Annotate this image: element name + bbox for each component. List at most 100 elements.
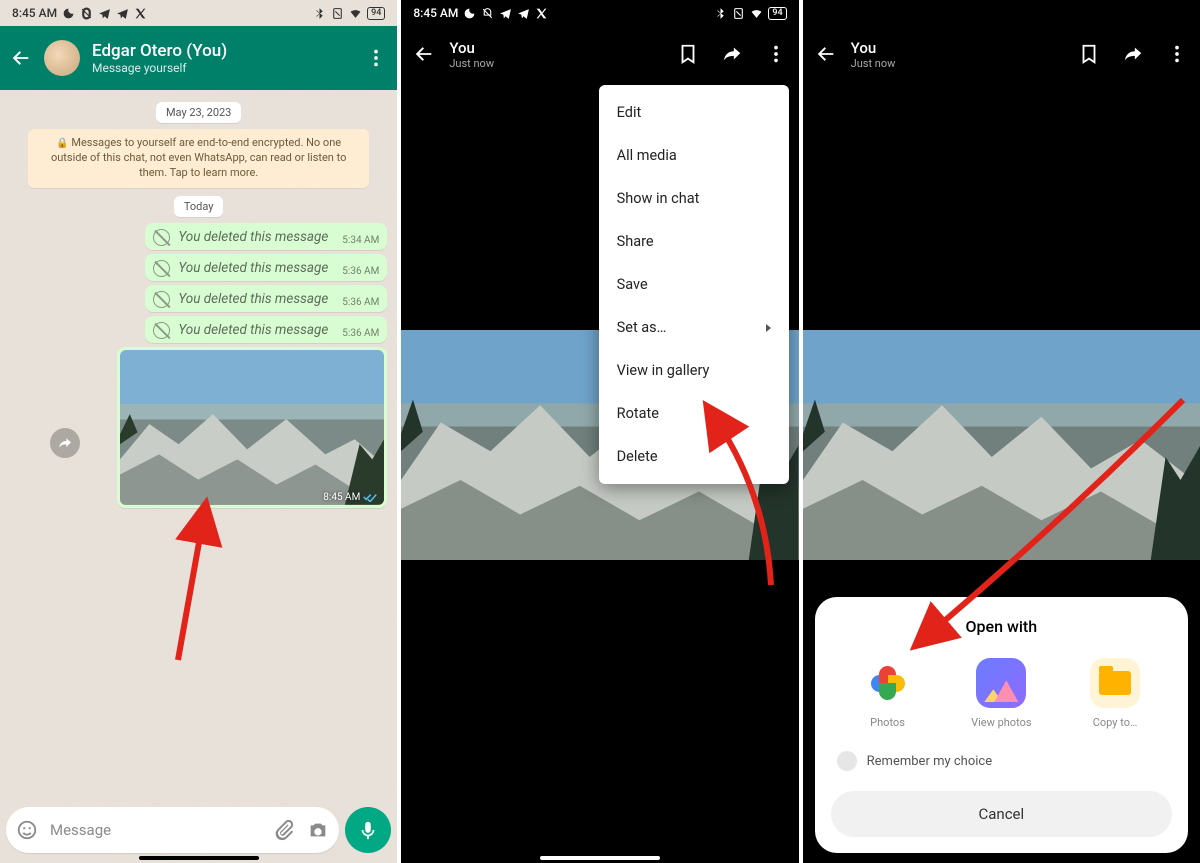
block-icon — [153, 229, 170, 246]
input-placeholder: Message — [50, 821, 261, 839]
sheet-title: Open with — [831, 617, 1172, 636]
panel-viewer-menu: 8:45 AM 94 You Just now — [401, 0, 798, 863]
chat-body: May 23, 2023 🔒 Messages to yourself are … — [0, 90, 397, 863]
share-icon[interactable] — [1122, 43, 1144, 65]
emoji-icon[interactable] — [16, 819, 38, 841]
app-photos[interactable]: Photos — [848, 658, 928, 729]
menu-all-media[interactable]: All media — [599, 134, 789, 177]
viewer-title: You — [449, 39, 662, 57]
app-list: Photos View photos Copy to… — [831, 658, 1172, 729]
share-icon[interactable] — [721, 43, 743, 65]
bluetooth-icon — [313, 7, 326, 20]
bookmark-icon[interactable] — [677, 43, 699, 65]
menu-show-in-chat[interactable]: Show in chat — [599, 177, 789, 220]
bookmark-icon[interactable] — [1078, 43, 1100, 65]
home-indicator — [139, 856, 259, 860]
forward-button[interactable] — [50, 428, 80, 458]
block-icon — [153, 260, 170, 277]
status-bar: 8:45 AM 94 — [401, 0, 798, 26]
panel-open-with: You Just now Open with — [803, 0, 1200, 863]
message-list: You deleted this message 5:34 AM You del… — [10, 223, 387, 508]
overflow-menu: Edit All media Show in chat Share Save S… — [599, 85, 789, 484]
moon-icon — [62, 7, 75, 20]
telegram-icon — [499, 7, 512, 20]
menu-save[interactable]: Save — [599, 263, 789, 306]
files-icon — [1090, 658, 1140, 708]
forward-icon — [57, 435, 73, 451]
chat-subtitle: Message yourself — [92, 61, 353, 75]
viewer-subtitle: Just now — [449, 57, 662, 70]
panel-chat: 8:45 AM 94 Edgar Otero (You) Message you… — [0, 0, 397, 863]
menu-set-as[interactable]: Set as… — [599, 306, 789, 349]
message-image — [120, 350, 384, 505]
dnd-icon — [80, 7, 93, 20]
gallery-icon — [976, 658, 1026, 708]
chat-titles[interactable]: Edgar Otero (You) Message yourself — [92, 41, 353, 75]
nosim-icon — [732, 7, 745, 20]
back-icon[interactable] — [815, 43, 837, 65]
dnd-icon — [481, 7, 494, 20]
avatar[interactable] — [44, 40, 80, 76]
menu-share[interactable]: Share — [599, 220, 789, 263]
mic-button[interactable] — [345, 807, 391, 853]
open-with-sheet: Open with Photos View photos Copy — [815, 597, 1188, 853]
date-pill-today: Today — [174, 196, 224, 217]
menu-rotate[interactable]: Rotate — [599, 392, 789, 435]
input-bar: Message — [6, 807, 391, 853]
encryption-notice[interactable]: 🔒 Messages to yourself are end-to-end en… — [28, 129, 369, 188]
menu-edit[interactable]: Edit — [599, 91, 789, 134]
telegram-icon — [98, 7, 111, 20]
viewer-subtitle: Just now — [851, 57, 1064, 70]
home-indicator — [540, 856, 660, 860]
more-icon[interactable] — [1166, 43, 1188, 65]
read-ticks-icon — [363, 492, 377, 502]
status-time: 8:45 AM — [12, 6, 57, 20]
back-icon[interactable] — [10, 47, 32, 69]
viewer-image[interactable] — [803, 330, 1200, 560]
bluetooth-icon — [714, 7, 727, 20]
battery-icon: 94 — [768, 7, 786, 20]
remember-choice[interactable]: Remember my choice — [837, 751, 1166, 771]
menu-delete[interactable]: Delete — [599, 435, 789, 478]
block-icon — [153, 291, 170, 308]
app-files[interactable]: Copy to… — [1075, 658, 1155, 729]
more-icon[interactable] — [365, 47, 387, 69]
nosim-icon — [331, 7, 344, 20]
chat-header: Edgar Otero (You) Message yourself — [0, 26, 397, 90]
image-message[interactable]: 8:45 AM — [117, 347, 387, 508]
battery-icon: 94 — [367, 7, 385, 20]
menu-view-in-gallery[interactable]: View in gallery — [599, 349, 789, 392]
deleted-message[interactable]: You deleted this message 5:36 AM — [145, 316, 387, 343]
deleted-message[interactable]: You deleted this message 5:36 AM — [145, 254, 387, 281]
chat-title: Edgar Otero (You) — [92, 41, 353, 61]
checkbox-icon[interactable] — [837, 751, 857, 771]
app-gallery[interactable]: View photos — [961, 658, 1041, 729]
lock-icon: 🔒 — [56, 138, 68, 149]
attach-icon[interactable] — [273, 819, 295, 841]
cancel-button[interactable]: Cancel — [831, 791, 1172, 837]
wifi-icon — [349, 7, 362, 20]
deleted-message[interactable]: You deleted this message 5:36 AM — [145, 285, 387, 312]
deleted-message[interactable]: You deleted this message 5:34 AM — [145, 223, 387, 250]
image-meta: 8:45 AM — [323, 492, 377, 503]
message-input[interactable]: Message — [6, 807, 339, 853]
viewer-header: You Just now — [803, 0, 1200, 82]
more-icon[interactable] — [765, 43, 787, 65]
back-icon[interactable] — [413, 43, 435, 65]
x-icon — [535, 7, 548, 20]
moon-icon — [463, 7, 476, 20]
wifi-icon — [750, 7, 763, 20]
x-icon — [134, 7, 147, 20]
telegram-icon-2 — [116, 7, 129, 20]
viewer-title: You — [851, 39, 1064, 57]
status-time: 8:45 AM — [413, 6, 458, 20]
camera-icon[interactable] — [307, 819, 329, 841]
mic-icon — [357, 819, 379, 841]
date-pill: May 23, 2023 — [156, 102, 241, 123]
google-photos-icon — [871, 666, 905, 700]
block-icon — [153, 322, 170, 339]
chevron-right-icon — [766, 324, 771, 332]
telegram-icon-2 — [517, 7, 530, 20]
status-bar: 8:45 AM 94 — [0, 0, 397, 26]
viewer-header: You Just now — [401, 26, 798, 82]
